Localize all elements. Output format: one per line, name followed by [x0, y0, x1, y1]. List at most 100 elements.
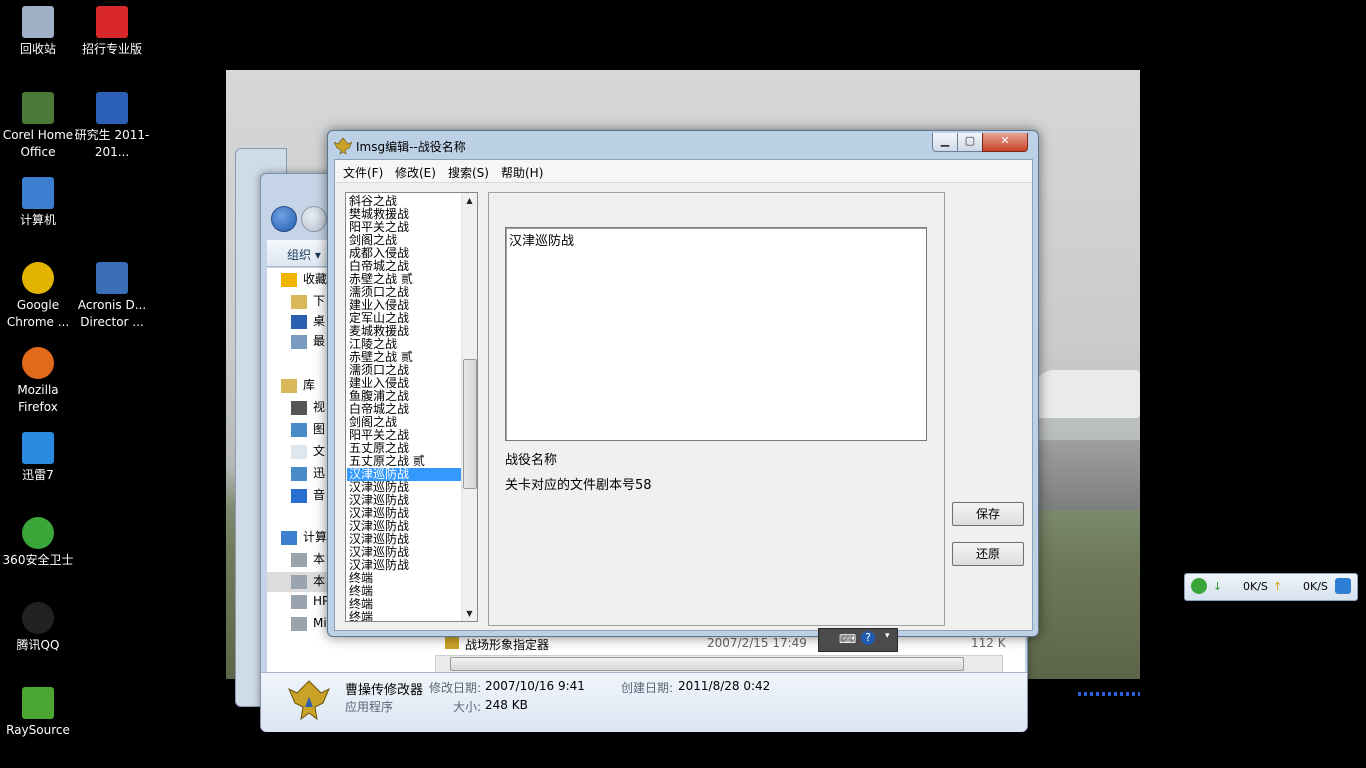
battle-name-editor[interactable]: 汉津巡防战 — [505, 227, 927, 441]
field-label: 战役名称 — [505, 453, 558, 468]
nav-item[interactable]: 库 — [281, 376, 315, 396]
upload-speed: 0K/S — [1303, 580, 1328, 593]
menu-edit[interactable]: 修改(E) — [395, 164, 436, 181]
computer-icon — [281, 530, 297, 545]
360-float-icon[interactable] — [1191, 578, 1207, 594]
desktop-icon-label: RaySource — [6, 723, 70, 737]
back-button[interactable] — [271, 206, 297, 232]
desktop-icon[interactable]: 腾讯QQ — [0, 602, 76, 654]
desktop-icon-label: Acronis D... Director ... — [77, 298, 147, 329]
help-icon[interactable]: ? — [861, 631, 875, 645]
nav-item-label: 桌 — [313, 314, 326, 328]
close-button[interactable]: ✕ — [982, 133, 1028, 152]
horizontal-scrollbar[interactable] — [435, 655, 1003, 673]
nav-item[interactable]: 最 — [291, 332, 325, 352]
corel-icon — [22, 92, 54, 124]
forward-button[interactable] — [301, 206, 327, 232]
nav-item-label: 音 — [313, 488, 326, 502]
desktop-icon[interactable]: 迅雷7 — [0, 432, 76, 484]
desktop-icon[interactable]: Mozilla Firefox — [0, 347, 76, 416]
nav-item[interactable]: 桌 — [291, 312, 325, 332]
nav-item-label: 视 — [313, 400, 326, 414]
minimize-button[interactable]: ▁ — [932, 133, 958, 152]
app-file-icon — [445, 637, 459, 649]
qq-icon — [22, 602, 54, 634]
desktop-icon[interactable]: 360安全卫士 — [0, 517, 76, 569]
decorative-dots — [1078, 692, 1140, 696]
ime-menu-icon[interactable]: ▾ — [885, 631, 890, 641]
edit-panel: 汉津巡防战 战役名称 关卡对应的文件剧本号58 — [488, 192, 945, 626]
nav-item[interactable]: 图 — [291, 420, 325, 440]
menu-bar: 文件(F) 修改(E) 搜索(S) 帮助(H) — [335, 160, 1032, 183]
document-icon — [291, 444, 307, 459]
organize-button[interactable]: 组织 ▾ — [287, 246, 321, 263]
nav-item[interactable]: 本 — [291, 550, 325, 570]
drive-icon — [291, 594, 307, 609]
computer-icon — [22, 177, 54, 209]
details-type: 应用程序 — [345, 700, 394, 714]
desktop-icon-label: Corel Home Office — [2, 128, 74, 159]
battle-list-items: 斜谷之战 樊城救援战 阳平关之战 剑阁之战 成都入侵战 白帝城之战 赤壁之战 贰濡须口之战建… — [347, 195, 463, 622]
nav-item[interactable]: 迅 — [291, 464, 325, 484]
video-icon — [291, 400, 307, 415]
ime-toolbar[interactable]: ⌨ ? ▾ — [818, 628, 898, 652]
nav-item[interactable]: 音 — [291, 486, 325, 506]
eagle-app-icon — [288, 680, 330, 721]
details-modified: 2007/10/16 9:41 — [485, 679, 585, 693]
nav-item-label: 最 — [313, 334, 326, 348]
download-speed: 0K/S — [1243, 580, 1268, 593]
network-speed-widget[interactable]: ↓ 0K/S ↑ 0K/S — [1184, 573, 1358, 601]
imsg-editor-window[interactable]: Imsg编辑--战役名称 ▁ ▢ ✕ 文件(F) 修改(E) 搜索(S) 帮助(… — [327, 130, 1039, 637]
nav-item[interactable]: 视 — [291, 398, 325, 418]
desktop-icon[interactable]: RaySource — [0, 687, 76, 739]
nav-item-label: 图 — [313, 422, 326, 436]
maximize-button[interactable]: ▢ — [957, 133, 983, 152]
chrome-icon — [22, 262, 54, 294]
file-name[interactable]: 战场形象指定器 — [465, 636, 549, 653]
keyboard-icon[interactable]: ⌨ — [839, 632, 856, 646]
nav-item-label: 迅 — [313, 466, 326, 480]
firefox-icon — [22, 347, 54, 379]
desktop-icon[interactable]: Google Chrome ... — [0, 262, 76, 331]
listbox-scrollbar[interactable]: ▲ ▼ — [461, 193, 477, 621]
scroll-up-arrow[interactable]: ▲ — [462, 193, 477, 208]
desktop-icon[interactable]: 回收站 — [0, 6, 76, 58]
battle-listbox[interactable]: 斜谷之战 樊城救援战 阳平关之战 剑阁之战 成都入侵战 白帝城之战 赤壁之战 贰濡须口之战建… — [345, 192, 478, 622]
desktop-icon[interactable]: 招行专业版 — [74, 6, 150, 58]
window-client-area: 文件(F) 修改(E) 搜索(S) 帮助(H) 斜谷之战 樊城救援战 阳平关之战 剑阁… — [334, 159, 1033, 631]
desktop-icon[interactable]: Acronis D... Director ... — [74, 262, 150, 331]
word-doc-icon — [96, 92, 128, 124]
menu-file[interactable]: 文件(F) — [343, 164, 383, 181]
nav-item[interactable]: 下 — [291, 292, 325, 312]
desktop-icon-label: Mozilla Firefox — [17, 383, 59, 414]
scroll-down-arrow[interactable]: ▼ — [462, 606, 477, 621]
desktop-icon-label: 腾讯QQ — [16, 638, 60, 652]
window-caption-buttons: ▁ ▢ ✕ — [932, 133, 1032, 153]
desktop-icon[interactable]: 计算机 — [0, 177, 76, 229]
desktop-icon-label: 研究生 2011-201... — [74, 128, 150, 159]
desktop-icon-label: 迅雷7 — [22, 468, 54, 482]
details-size-label: 大小: — [453, 700, 482, 714]
scroll-thumb[interactable] — [463, 359, 477, 489]
file-size: 112 K — [971, 636, 1006, 650]
details-name: 曹操传修改器 — [345, 683, 424, 698]
nav-item-label: 本 — [313, 552, 326, 566]
upload-arrow-icon: ↑ — [1273, 580, 1283, 593]
desktop-icon-label: 回收站 — [19, 42, 56, 56]
ie-icon[interactable] — [1335, 578, 1351, 594]
menu-help[interactable]: 帮助(H) — [501, 164, 543, 181]
window-titlebar[interactable]: Imsg编辑--战役名称 ▁ ▢ ✕ — [328, 131, 1038, 159]
desktop-icon[interactable]: Corel Home Office — [0, 92, 76, 161]
nav-item[interactable]: 文 — [291, 442, 325, 462]
nav-item[interactable]: 计算 — [281, 528, 327, 548]
details-created-label: 创建日期: — [621, 681, 674, 695]
restore-button[interactable]: 还原 — [952, 542, 1024, 566]
desktop-icon[interactable]: 研究生 2011-201... — [74, 92, 150, 161]
nav-item[interactable]: 收藏 — [281, 270, 327, 290]
menu-search[interactable]: 搜索(S) — [448, 164, 489, 181]
save-button[interactable]: 保存 — [952, 502, 1024, 526]
horizontal-scrollbar-thumb[interactable] — [450, 657, 964, 671]
desktop-icon-label: 招行专业版 — [81, 42, 142, 56]
list-item[interactable]: 终端 — [347, 611, 463, 622]
picture-icon — [291, 422, 307, 437]
